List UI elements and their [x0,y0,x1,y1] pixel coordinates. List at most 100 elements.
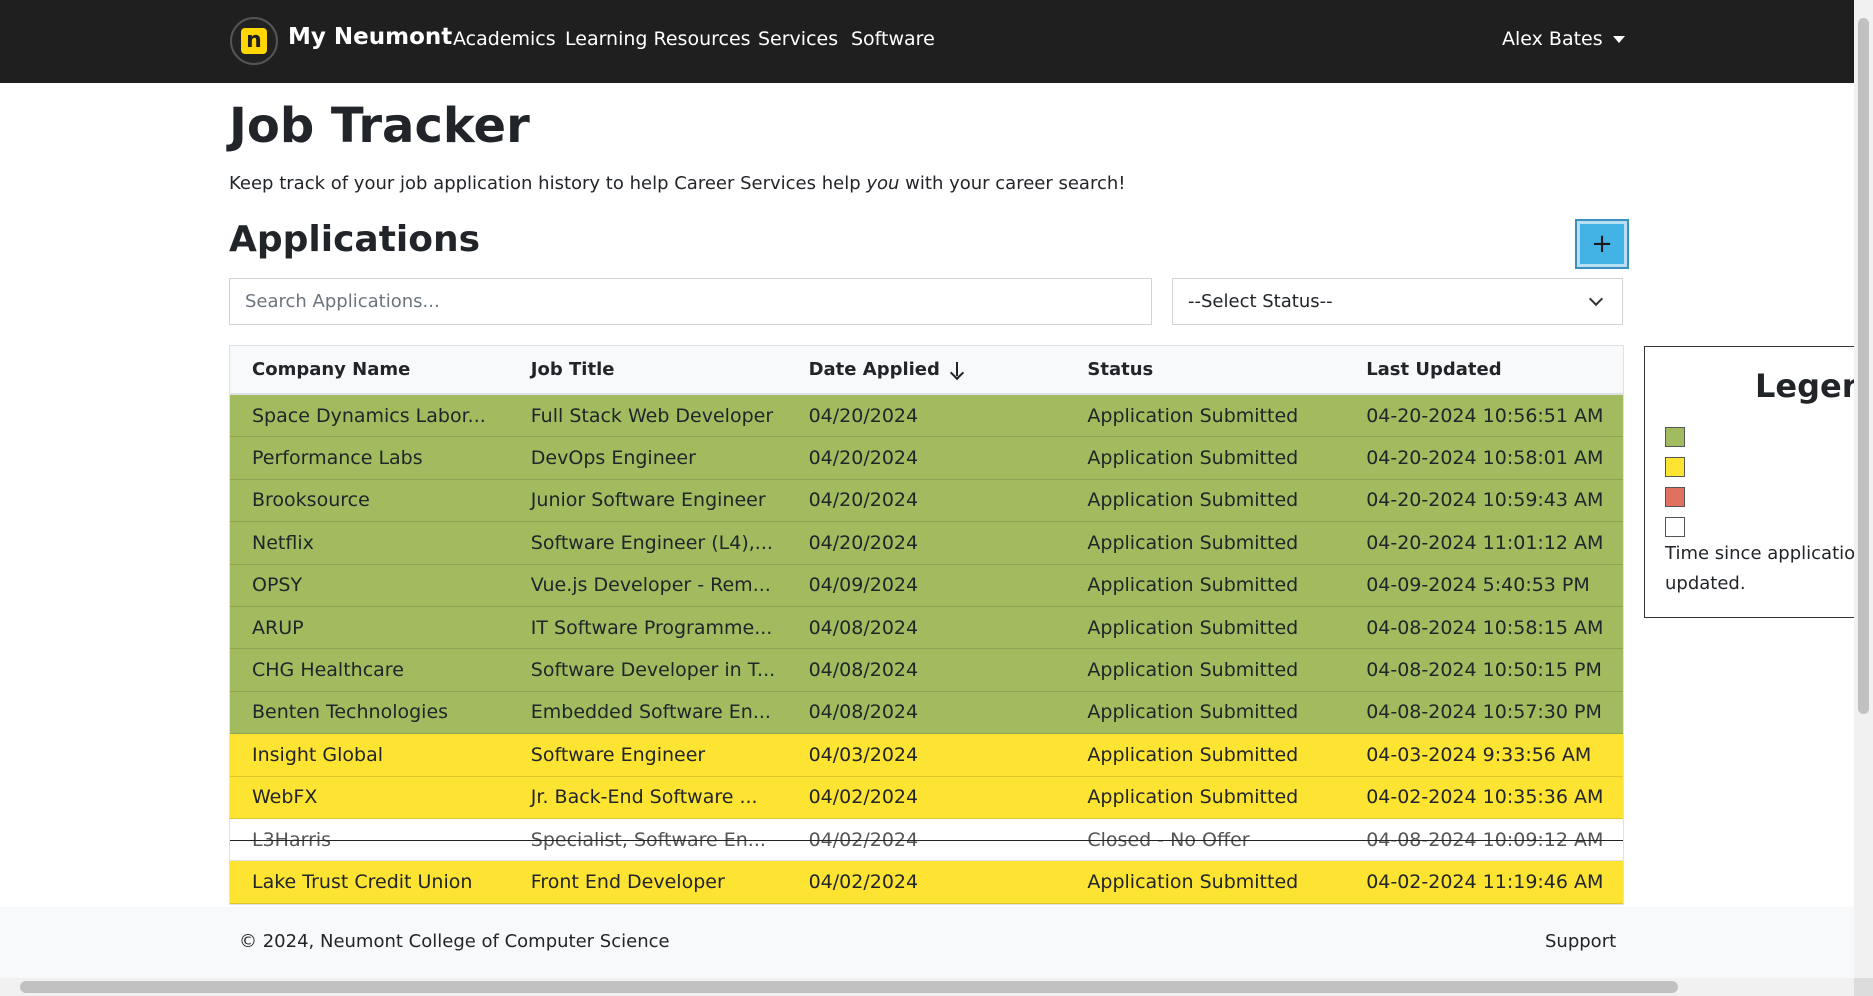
nav-software[interactable]: Software [851,28,935,50]
cell-status: Application Submitted [1087,786,1299,809]
nav-academics[interactable]: Academics [453,28,556,50]
support-link[interactable]: Support [1545,931,1616,952]
cell-date-applied: 04/08/2024 [808,616,919,639]
table-header: Company Name Job Title Date Applied Stat… [230,346,1623,395]
legend-swatch-white [1665,517,1685,537]
cell-company: Benten Technologies [252,701,449,724]
table-row[interactable]: Performance Labs DevOps Engineer 04/20/202… [230,437,1623,480]
chevron-down-icon [1588,291,1604,306]
header-last-updated[interactable]: Last Updated [1344,346,1623,393]
cell-last-updated: 04-20-2024 10:58:01 AM [1366,447,1604,470]
cell-status: Application Submitted [1087,489,1299,512]
cell-status: Application Submitted [1087,616,1299,639]
plus-icon: + [1591,229,1613,259]
cell-status: Application Submitted [1087,659,1299,682]
intro-text: Keep track of your job application histo… [229,173,1126,194]
cell-last-updated: 04-02-2024 10:35:36 AM [1366,786,1604,809]
intro-emphasis: you [866,173,900,194]
cell-status: Application Submitted [1087,447,1299,470]
cell-job-title: Software Developer in T... [530,659,776,682]
top-navbar: n My Neumont Academics Learning Resource… [0,0,1854,83]
cell-date-applied: 04/20/2024 [808,489,919,512]
cell-job-title: Full Stack Web Developer [530,404,774,427]
cell-company: CHG Healthcare [252,659,404,682]
nav-learning-resources[interactable]: Learning Resources [565,28,751,50]
cell-date-applied: 04/02/2024 [808,870,919,893]
status-select-value: --Select Status-- [1188,291,1333,312]
cell-company: ARUP [252,616,304,639]
legend-swatch-yellow [1665,457,1685,477]
table-row[interactable]: Lake Trust Credit Union Front End Develop… [230,861,1623,904]
cell-job-title: Junior Software Engineer [530,489,766,512]
cell-job-title: Software Engineer (L4),... [530,531,773,554]
cell-job-title: Jr. Back-End Software ... [530,786,758,809]
cell-last-updated: 04-08-2024 10:50:15 PM [1366,659,1602,682]
horizontal-scrollbar[interactable] [0,978,1854,996]
cell-status: Application Submitted [1087,404,1299,427]
table-row[interactable]: CHG Healthcare Software Developer in T...… [230,649,1623,692]
table-row[interactable]: Benten Technologies Embedded Software En.… [230,691,1623,735]
horizontal-scroll-thumb[interactable] [20,981,1678,993]
cell-status: Application Submitted [1087,870,1299,893]
cell-company: WebFX [252,786,318,809]
cell-job-title: Front End Developer [530,870,725,893]
cell-status: Closed - No Offer [1087,828,1250,851]
cell-last-updated: 04-20-2024 10:56:51 AM [1366,404,1604,427]
cell-date-applied: 04/20/2024 [808,404,919,427]
header-company[interactable]: Company Name [230,346,509,393]
table-row[interactable]: L3Harris Specialist, Software En... 04/02/… [230,818,1623,862]
legend-panel: Legend Time since application updated. [1644,346,1873,618]
header-job-title[interactable]: Job Title [509,346,787,393]
cell-job-title: Vue.js Developer - Rem... [530,574,771,597]
footer: © 2024, Neumont College of Computer Scie… [0,907,1854,978]
table-row[interactable]: OPSY Vue.js Developer - Rem... 04/09/2024 A… [230,564,1623,607]
user-name: Alex Bates [1502,28,1603,50]
cell-last-updated: 04-08-2024 10:09:12 AM [1366,828,1604,851]
cell-company: Performance Labs [252,447,423,470]
cell-job-title: Software Engineer [530,743,706,766]
sort-down-icon [950,361,964,378]
table-row[interactable]: Space Dynamics Labor... Full Stack Web De… [230,395,1623,438]
cell-date-applied: 04/20/2024 [808,531,919,554]
cell-date-applied: 04/09/2024 [808,574,919,597]
table-row[interactable]: Netflix Software Engineer (L4),... 04/20/2… [230,522,1623,565]
user-menu[interactable]: Alex Bates [1502,28,1625,50]
legend-note: Time since application updated. [1665,543,1867,594]
status-select[interactable]: --Select Status-- [1172,278,1623,325]
copyright-text: © 2024, Neumont College of Computer Scie… [239,931,670,952]
table-row[interactable]: Insight Global Software Engineer 04/03/202… [230,734,1623,777]
table-row[interactable]: Brooksource Junior Software Engineer 04/20… [230,479,1623,523]
cell-company: OPSY [252,574,303,597]
cell-job-title: IT Software Programme... [530,616,773,639]
cell-job-title: Embedded Software En... [530,701,771,724]
vertical-scroll-thumb[interactable] [1858,18,1869,714]
table-row[interactable]: ARUP IT Software Programme... 04/08/2024 Ap… [230,606,1623,650]
cell-last-updated: 04-08-2024 10:58:15 AM [1366,616,1604,639]
search-input[interactable] [229,278,1152,325]
brand-name[interactable]: My Neumont [288,24,452,50]
page-title: Job Tracker [229,98,530,154]
applications-heading: Applications [229,219,481,260]
table-row[interactable]: WebFX Jr. Back-End Software ... 04/02/2024… [230,776,1623,819]
vertical-scrollbar[interactable] [1854,0,1873,978]
cell-last-updated: 04-03-2024 9:33:56 AM [1366,743,1592,766]
cell-date-applied: 04/03/2024 [808,743,919,766]
scrollbar-corner [1854,978,1873,996]
cell-company: L3Harris [252,828,332,851]
header-status[interactable]: Status [1065,346,1344,393]
cell-last-updated: 04-02-2024 11:19:46 AM [1366,870,1604,893]
header-date-applied[interactable]: Date Applied [787,346,1066,393]
cell-company: Netflix [252,531,314,554]
cell-job-title: DevOps Engineer [530,447,696,470]
legend-swatch-red [1665,487,1685,507]
cell-date-applied: 04/02/2024 [808,786,919,809]
neumont-logo[interactable]: n [230,17,278,65]
cell-status: Application Submitted [1087,531,1299,554]
nav-services[interactable]: Services [758,28,838,50]
add-application-button[interactable]: + [1575,219,1629,269]
cell-last-updated: 04-20-2024 11:01:12 AM [1366,531,1604,554]
cell-date-applied: 04/08/2024 [808,701,919,724]
cell-date-applied: 04/02/2024 [808,828,919,851]
logo-letter: n [241,28,267,54]
cell-date-applied: 04/20/2024 [808,447,919,470]
